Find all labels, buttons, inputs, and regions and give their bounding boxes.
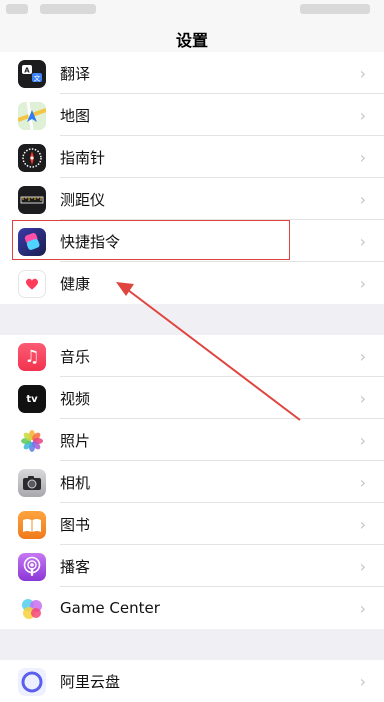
settings-row-measure[interactable]: 测距仪 ›: [0, 178, 384, 220]
chevron-right-icon: ›: [359, 556, 366, 576]
status-blur: [6, 4, 28, 14]
settings-row-photos[interactable]: 照片 ›: [0, 419, 384, 461]
highlight-box: [12, 220, 290, 260]
row-label: 阿里云盘: [60, 672, 121, 691]
row-label: 音乐: [60, 347, 91, 366]
chevron-right-icon: ›: [359, 147, 366, 167]
settings-row-books[interactable]: 图书 ›: [0, 503, 384, 545]
settings-row-camera[interactable]: 相机 ›: [0, 461, 384, 503]
settings-group-media: ♫ 音乐 › tv 视频 › 照片 › 相机 › 图书 › 播客 › Game …: [0, 335, 384, 629]
settings-row-translate[interactable]: A 文 翻译 ›: [0, 52, 384, 94]
row-label: 翻译: [60, 64, 91, 83]
row-label: 相机: [60, 473, 91, 492]
settings-row-aliyun-drive[interactable]: 阿里云盘 ›: [0, 660, 384, 702]
svg-text:文: 文: [34, 74, 41, 83]
compass-icon: [18, 144, 46, 172]
settings-row-compass[interactable]: 指南针 ›: [0, 136, 384, 178]
row-label: 健康: [60, 274, 91, 293]
settings-row-podcasts[interactable]: 播客 ›: [0, 545, 384, 587]
camera-icon: [18, 469, 46, 497]
settings-row-game-center[interactable]: Game Center ›: [0, 587, 384, 629]
settings-row-maps[interactable]: 地图 ›: [0, 94, 384, 136]
chevron-right-icon: ›: [359, 514, 366, 534]
chevron-right-icon: ›: [359, 105, 366, 125]
row-label: Game Center: [60, 599, 160, 617]
row-label: 照片: [60, 431, 91, 450]
health-icon: [18, 270, 46, 298]
settings-row-music[interactable]: ♫ 音乐 ›: [0, 335, 384, 377]
translate-icon: A 文: [18, 60, 46, 88]
row-label: 图书: [60, 515, 91, 534]
chevron-right-icon: ›: [359, 598, 366, 618]
chevron-right-icon: ›: [359, 189, 366, 209]
maps-icon: [18, 102, 46, 130]
podcasts-icon: [18, 553, 46, 581]
settings-row-tv[interactable]: tv 视频 ›: [0, 377, 384, 419]
page-title: 设置: [175, 31, 208, 50]
chevron-right-icon: ›: [359, 430, 366, 450]
row-label: 指南针: [60, 148, 106, 167]
chevron-right-icon: ›: [359, 346, 366, 366]
status-bar: [0, 0, 384, 18]
tv-icon: tv: [18, 385, 46, 413]
status-blur: [300, 4, 370, 14]
chevron-right-icon: ›: [359, 388, 366, 408]
chevron-right-icon: ›: [359, 273, 366, 293]
game-center-icon: [18, 595, 46, 623]
settings-group-third-party: 阿里云盘 ›: [0, 660, 384, 702]
music-icon: ♫: [18, 343, 46, 371]
settings-group-apps: A 文 翻译 › 地图 › 指南针 › 测距仪 › 快捷指令 › 健康 ›: [0, 52, 384, 304]
row-label: 视频: [60, 389, 91, 408]
books-icon: [18, 511, 46, 539]
aliyun-drive-icon: [18, 668, 46, 696]
chevron-right-icon: ›: [359, 63, 366, 83]
svg-text:A: A: [24, 67, 30, 75]
photos-icon: [18, 427, 46, 455]
tv-icon-label: tv: [26, 393, 38, 405]
row-label: 播客: [60, 557, 91, 576]
chevron-right-icon: ›: [359, 671, 366, 691]
chevron-right-icon: ›: [359, 472, 366, 492]
row-label: 测距仪: [60, 190, 106, 209]
status-blur: [40, 4, 96, 14]
settings-row-health[interactable]: 健康 ›: [0, 262, 384, 304]
row-label: 地图: [60, 106, 91, 125]
measure-icon: [18, 186, 46, 214]
chevron-right-icon: ›: [359, 231, 366, 251]
